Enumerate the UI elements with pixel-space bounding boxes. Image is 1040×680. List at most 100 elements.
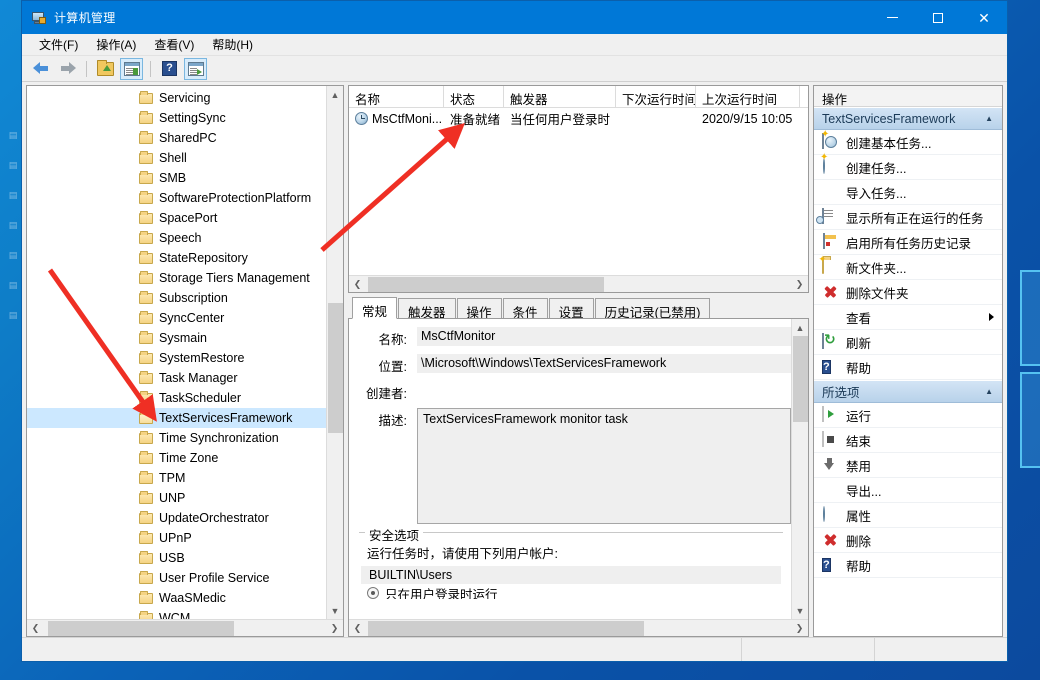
tree-item[interactable]: Speech	[27, 228, 326, 248]
tree-item[interactable]: Subscription	[27, 288, 326, 308]
name-field-value[interactable]: MsCtfMonitor	[417, 327, 791, 346]
close-button[interactable]: ✕	[961, 1, 1007, 34]
detail-tab[interactable]: 常规	[352, 297, 397, 319]
action-disable[interactable]: 禁用	[814, 453, 1002, 478]
action-help[interactable]: ?帮助	[814, 355, 1002, 380]
action-run[interactable]: 运行	[814, 403, 1002, 428]
run-only-when-logged-on-option[interactable]: 只在用户登录时运行	[359, 587, 783, 599]
tree-item[interactable]: SystemRestore	[27, 348, 326, 368]
tree-horizontal-scrollbar[interactable]: ❮ ❯	[27, 619, 343, 636]
task-list-column-header[interactable]: 上次运行时间	[696, 86, 800, 107]
tree-vertical-scrollbar[interactable]: ▲ ▼	[326, 86, 343, 619]
author-field-value[interactable]	[417, 381, 791, 400]
action-new-folder[interactable]: ✦新文件夹...	[814, 255, 1002, 280]
menu-help[interactable]: 帮助(H)	[203, 33, 262, 56]
tree-scroll-left-arrow[interactable]: ❮	[27, 620, 44, 637]
detail-vscroll-track[interactable]	[792, 336, 809, 602]
tree-item[interactable]: UNP	[27, 488, 326, 508]
tree-scroll-track[interactable]	[327, 103, 344, 602]
help-button[interactable]: ?	[158, 58, 181, 80]
tree-item[interactable]: User Profile Service	[27, 568, 326, 588]
detail-vscroll-thumb[interactable]	[793, 336, 808, 422]
tree-item[interactable]: SMB	[27, 168, 326, 188]
tree-item[interactable]: Time Synchronization	[27, 428, 326, 448]
detail-vertical-scrollbar[interactable]: ▲ ▼	[791, 319, 808, 619]
tree-item[interactable]: SyncCenter	[27, 308, 326, 328]
tree-item[interactable]: StateRepository	[27, 248, 326, 268]
detail-tab[interactable]: 操作	[457, 298, 502, 319]
chevron-up-icon[interactable]: ▲	[985, 387, 993, 396]
action-view[interactable]: 查看	[814, 305, 1002, 330]
tree-item[interactable]: Task Manager	[27, 368, 326, 388]
tree-item[interactable]: Time Zone	[27, 448, 326, 468]
tree-item[interactable]: SpacePort	[27, 208, 326, 228]
tree-item[interactable]: Servicing	[27, 88, 326, 108]
tree-item[interactable]: SharedPC	[27, 128, 326, 148]
tree-item[interactable]: SettingSync	[27, 108, 326, 128]
action-refresh[interactable]: 刷新	[814, 330, 1002, 355]
tree-item[interactable]: Shell	[27, 148, 326, 168]
task-list-column-header[interactable]: 下次运行时间	[616, 86, 696, 107]
detail-scroll-up-arrow[interactable]: ▲	[792, 319, 809, 336]
menu-file[interactable]: 文件(F)	[30, 33, 87, 56]
tree-item[interactable]: SoftwareProtectionPlatform	[27, 188, 326, 208]
action-enable-all-task-history[interactable]: 启用所有任务历史记录	[814, 230, 1002, 255]
detail-tab[interactable]: 历史记录(已禁用)	[595, 298, 711, 319]
action-show-running-tasks[interactable]: 显示所有正在运行的任务	[814, 205, 1002, 230]
action-delete[interactable]: 删除	[814, 528, 1002, 553]
menu-action[interactable]: 操作(A)	[87, 33, 145, 56]
detail-hscroll-track[interactable]	[366, 620, 791, 637]
tasklist-hscroll-thumb[interactable]	[368, 277, 604, 292]
task-list-column-header[interactable]: 名称	[349, 86, 444, 107]
task-list-row[interactable]: MsCtfMoni...准备就绪当任何用户登录时2020/9/15 10:05	[349, 108, 808, 129]
detail-tab[interactable]: 条件	[503, 298, 548, 319]
tree-item[interactable]: Storage Tiers Management	[27, 268, 326, 288]
tree-scroll-right-arrow[interactable]: ❯	[326, 620, 343, 637]
tree-item[interactable]: WaaSMedic	[27, 588, 326, 608]
forward-button[interactable]	[56, 58, 79, 80]
tree-scroll-up-arrow[interactable]: ▲	[327, 86, 344, 103]
tasklist-scroll-left-arrow[interactable]: ❮	[349, 276, 366, 293]
tree-hscroll-thumb[interactable]	[48, 621, 234, 636]
description-field-value[interactable]: TextServicesFramework monitor task	[417, 408, 791, 524]
back-button[interactable]	[30, 58, 53, 80]
action-create-basic-task[interactable]: ✦创建基本任务...	[814, 130, 1002, 155]
tree-item[interactable]: UpdateOrchestrator	[27, 508, 326, 528]
tree-item[interactable]: Sysmain	[27, 328, 326, 348]
up-one-level-button[interactable]	[94, 58, 117, 80]
tasklist-hscroll-track[interactable]	[366, 276, 791, 293]
show-hide-action-pane-button[interactable]	[184, 58, 207, 80]
tree-item[interactable]: TPM	[27, 468, 326, 488]
action-help-selected[interactable]: ?帮助	[814, 553, 1002, 578]
detail-horizontal-scrollbar[interactable]: ❮ ❯	[349, 619, 808, 636]
actions-group-folder[interactable]: TextServicesFramework▲	[814, 107, 1002, 130]
detail-tab[interactable]: 设置	[549, 298, 594, 319]
tree-item[interactable]: UPnP	[27, 528, 326, 548]
tree-scroll-down-arrow[interactable]: ▼	[327, 602, 344, 619]
location-field-value[interactable]: \Microsoft\Windows\TextServicesFramework	[417, 354, 791, 373]
action-delete-folder[interactable]: 删除文件夹	[814, 280, 1002, 305]
action-properties[interactable]: 属性	[814, 503, 1002, 528]
action-import-task[interactable]: 导入任务...	[814, 180, 1002, 205]
action-export[interactable]: 导出...	[814, 478, 1002, 503]
tasklist-horizontal-scrollbar[interactable]: ❮ ❯	[349, 275, 808, 292]
maximize-button[interactable]	[915, 1, 961, 34]
security-account-value[interactable]: BUILTIN\Users	[361, 566, 781, 584]
tasklist-scroll-right-arrow[interactable]: ❯	[791, 276, 808, 293]
detail-scroll-right-arrow[interactable]: ❯	[791, 620, 808, 637]
tree-scroll-thumb[interactable]	[328, 303, 343, 433]
tree-item[interactable]: TaskScheduler	[27, 388, 326, 408]
task-list-column-header[interactable]: 触发器	[504, 86, 616, 107]
detail-tab[interactable]: 触发器	[398, 298, 456, 319]
tree-item[interactable]: USB	[27, 548, 326, 568]
task-list-column-header[interactable]: 状态	[444, 86, 504, 107]
chevron-up-icon[interactable]: ▲	[985, 114, 993, 123]
menu-view[interactable]: 查看(V)	[145, 33, 203, 56]
detail-scroll-down-arrow[interactable]: ▼	[792, 602, 809, 619]
actions-group-selected-item[interactable]: 所选项▲	[814, 380, 1002, 403]
action-create-task[interactable]: ✦创建任务...	[814, 155, 1002, 180]
minimize-button[interactable]	[869, 1, 915, 34]
action-end[interactable]: 结束	[814, 428, 1002, 453]
show-hide-console-tree-button[interactable]	[120, 58, 143, 80]
tree-hscroll-track[interactable]	[44, 620, 326, 637]
